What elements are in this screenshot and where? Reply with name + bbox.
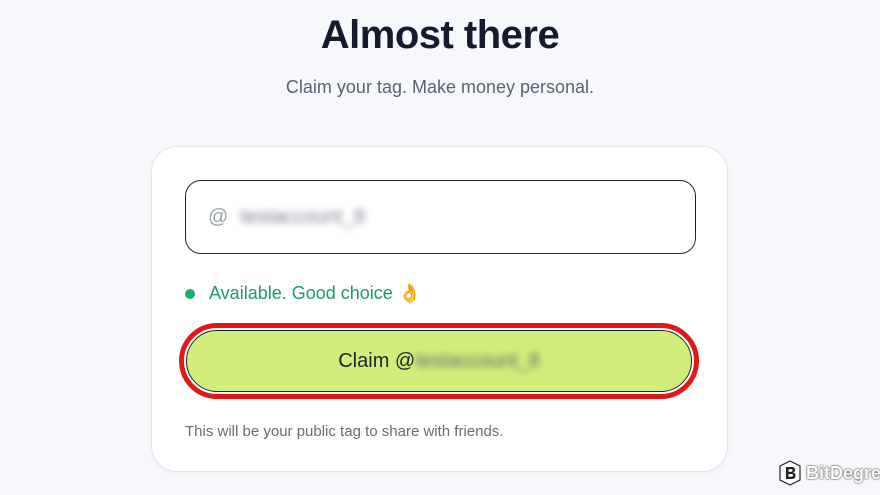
tag-hint-text: This will be your public tag to share wi… bbox=[185, 423, 504, 440]
bitdegree-logo-icon bbox=[779, 460, 801, 486]
bitdegree-label: BitDegree bbox=[806, 462, 880, 483]
at-prefix: @ bbox=[208, 205, 229, 228]
ok-hand-icon: 👌 bbox=[398, 283, 422, 304]
claim-button[interactable]: Claim @ testaccount_8 bbox=[186, 330, 692, 392]
status-dot-icon bbox=[185, 288, 195, 299]
claim-button-tag: testaccount_8 bbox=[415, 349, 540, 372]
status-text: Available. Good choice bbox=[209, 283, 393, 303]
tag-input[interactable] bbox=[240, 205, 541, 229]
claim-tag-card: @ Available. Good choice 👌 Claim @testac… bbox=[151, 146, 728, 472]
tag-input-field[interactable]: @ bbox=[185, 180, 696, 254]
claim-button-highlight: Claim @ testaccount_8 bbox=[179, 323, 699, 399]
page-title: Almost there bbox=[320, 13, 560, 57]
page-subtitle: Claim your tag. Make money personal. bbox=[285, 77, 595, 97]
bitdegree-watermark: BitDegree bbox=[778, 460, 880, 486]
availability-status: Available. Good choice 👌 bbox=[185, 283, 421, 304]
claim-button-prefix: Claim @ bbox=[338, 349, 416, 372]
